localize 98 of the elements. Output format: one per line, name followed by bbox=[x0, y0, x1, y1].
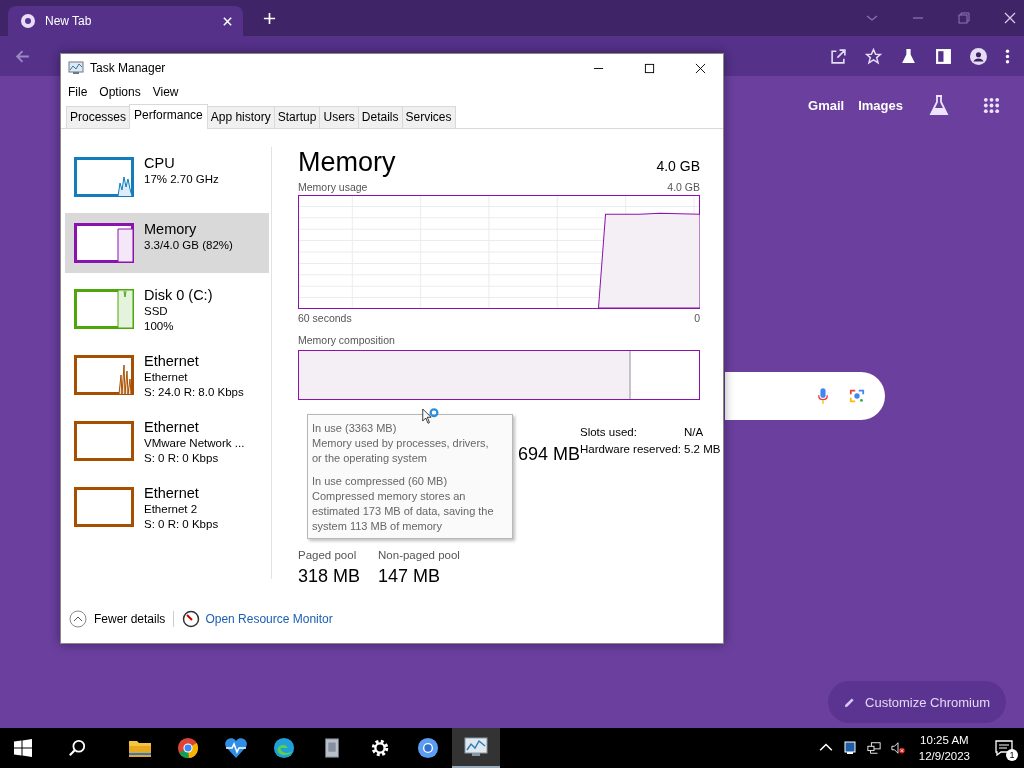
sidebar-item-detail: SSD bbox=[144, 304, 169, 319]
monitor-graph-icon bbox=[68, 61, 84, 75]
sidebar-item-detail: 100% bbox=[144, 319, 175, 334]
sidebar-item-title: Disk 0 (C:) bbox=[144, 286, 213, 304]
apps-grid-icon[interactable] bbox=[983, 96, 1000, 114]
heart-pulse-icon bbox=[224, 737, 248, 759]
stat-value: N/A bbox=[684, 426, 705, 438]
clock[interactable]: 10:25 AM 12/9/2023 bbox=[918, 732, 970, 764]
sidebar-item-detail: Ethernet 2 bbox=[144, 502, 199, 517]
tooltip-text: Memory used by processes, drivers, or the operating system bbox=[312, 436, 490, 466]
side-panel-icon[interactable] bbox=[935, 47, 952, 65]
chromium-logo-icon bbox=[20, 13, 36, 29]
sidebar-item-detail: 3.3/4.0 GB (82%) bbox=[144, 238, 233, 253]
browser-tab[interactable]: New Tab bbox=[8, 6, 243, 36]
menu-item[interactable]: File bbox=[68, 85, 88, 99]
fewer-details-link[interactable]: Fewer details bbox=[69, 610, 166, 628]
sidebar-item-title: Ethernet bbox=[144, 418, 200, 436]
chart-max-label: 4.0 GB bbox=[667, 181, 700, 193]
flask-icon[interactable] bbox=[900, 47, 917, 65]
chrome-logo-icon bbox=[176, 737, 200, 759]
customize-button[interactable]: Customize Chromium bbox=[828, 681, 1006, 723]
chevron-up-icon bbox=[69, 610, 87, 628]
window-title: Task Manager bbox=[90, 61, 166, 75]
taskbar-app[interactable] bbox=[452, 728, 500, 768]
camera-search-icon[interactable] bbox=[849, 388, 865, 404]
new-tab-icon[interactable] bbox=[263, 11, 276, 25]
sidebar-item-detail: S: 0 R: 0 Kbps bbox=[144, 517, 219, 532]
star-icon[interactable] bbox=[865, 47, 882, 65]
tab[interactable]: Users bbox=[319, 106, 359, 128]
tooltip-title: In use (3363 MB) bbox=[312, 421, 398, 436]
clock-date: 12/9/2023 bbox=[918, 749, 970, 764]
tab[interactable]: Startup bbox=[273, 106, 321, 128]
menu-item[interactable]: Options bbox=[99, 85, 141, 99]
monitor-graph-icon bbox=[464, 736, 488, 758]
close-icon[interactable] bbox=[695, 62, 706, 74]
stat-value: 5.2 MB bbox=[684, 443, 721, 455]
sidebar-item-title: Ethernet bbox=[144, 352, 200, 370]
stat-value: 318 MB bbox=[298, 566, 361, 587]
header-link[interactable]: Gmail bbox=[808, 97, 845, 113]
tab[interactable]: Processes bbox=[66, 106, 131, 128]
detail-title: Memory bbox=[298, 147, 396, 178]
share-icon[interactable] bbox=[830, 47, 847, 65]
network-icon[interactable] bbox=[866, 741, 881, 755]
sidebar-item-title: CPU bbox=[144, 154, 176, 172]
clock-time: 10:25 AM bbox=[920, 733, 969, 748]
tab[interactable]: App history bbox=[206, 106, 275, 128]
sidebar-item[interactable]: Ethernet VMware Network ... S: 0 R: 0 Kbps bbox=[65, 411, 269, 471]
profile-icon[interactable] bbox=[970, 47, 987, 65]
sidebar-item-title: Memory bbox=[144, 220, 198, 238]
tab[interactable]: Performance bbox=[129, 104, 208, 129]
tooltip-text: Compressed memory stores an estimated 173 MB of data, saving the system 113 MB of memory bbox=[312, 489, 495, 534]
sidebar-item-title: Ethernet bbox=[144, 484, 200, 502]
chart-caption: Memory usage bbox=[298, 181, 368, 193]
monitor-icon[interactable] bbox=[842, 741, 857, 755]
tab[interactable]: Services bbox=[401, 106, 456, 128]
tab-title: New Tab bbox=[45, 14, 93, 28]
edge-logo-icon bbox=[272, 737, 296, 759]
sidebar-item[interactable]: Ethernet Ethernet S: 24.0 R: 8.0 Kbps bbox=[65, 345, 269, 405]
windows-start-icon[interactable] bbox=[14, 739, 32, 757]
notification-button[interactable]: 1 bbox=[990, 733, 1018, 763]
restore-icon[interactable] bbox=[958, 12, 970, 24]
search-field[interactable] bbox=[725, 372, 885, 420]
close-tab-icon[interactable] bbox=[222, 15, 233, 27]
stat-label: Hardware reserved: bbox=[580, 443, 682, 455]
sidebar-item[interactable]: Memory 3.3/4.0 GB (82%) bbox=[65, 213, 269, 273]
speaker-muted-icon[interactable] bbox=[890, 741, 905, 755]
notification-count: 1 bbox=[1006, 749, 1018, 761]
gauge-icon bbox=[182, 610, 201, 628]
stat-value: 147 MB bbox=[378, 566, 442, 587]
sidebar-item[interactable]: Ethernet Ethernet 2 S: 0 R: 0 Kbps bbox=[65, 477, 269, 537]
sidebar-item-detail: Ethernet bbox=[144, 370, 189, 385]
sidebar-item-detail: S: 24.0 R: 8.0 Kbps bbox=[144, 385, 244, 400]
notification-icon bbox=[995, 740, 1013, 756]
stat-label: Paged pool bbox=[298, 549, 358, 561]
stat-value: 694 MB bbox=[518, 444, 581, 465]
chromium-logo-icon bbox=[416, 737, 440, 759]
flask-icon[interactable] bbox=[929, 94, 949, 116]
sidebar-item[interactable]: Disk 0 (C:) SSD 100% bbox=[65, 279, 269, 339]
stat-label: Non-paged pool bbox=[378, 549, 460, 561]
chart-caption: Memory composition bbox=[298, 334, 396, 346]
sidebar-item[interactable]: CPU 17% 2.70 GHz bbox=[65, 147, 269, 207]
sidebar-item-detail: 17% 2.70 GHz bbox=[144, 172, 219, 187]
axis-end-label: 0 bbox=[694, 312, 700, 324]
microphone-icon[interactable] bbox=[817, 387, 829, 405]
tab[interactable]: Details bbox=[357, 106, 403, 128]
pencil-icon bbox=[844, 696, 855, 708]
total-memory: 4.0 GB bbox=[656, 158, 700, 174]
header-link[interactable]: Images bbox=[858, 97, 903, 113]
sidebar-item-detail: VMware Network ... bbox=[144, 436, 245, 451]
menu-item[interactable]: View bbox=[152, 85, 179, 99]
menu-icon[interactable] bbox=[1005, 47, 1010, 65]
maximize-icon[interactable] bbox=[644, 62, 655, 74]
search-icon[interactable] bbox=[68, 739, 86, 757]
tooltip-title: In use compressed (60 MB) bbox=[312, 474, 449, 489]
stat-label: Slots used: bbox=[580, 426, 638, 438]
axis-start-label: 60 seconds bbox=[298, 312, 352, 324]
sidebar-item-detail: S: 0 R: 0 Kbps bbox=[144, 451, 220, 466]
resource-monitor-link[interactable]: Open Resource Monitor bbox=[182, 610, 333, 628]
